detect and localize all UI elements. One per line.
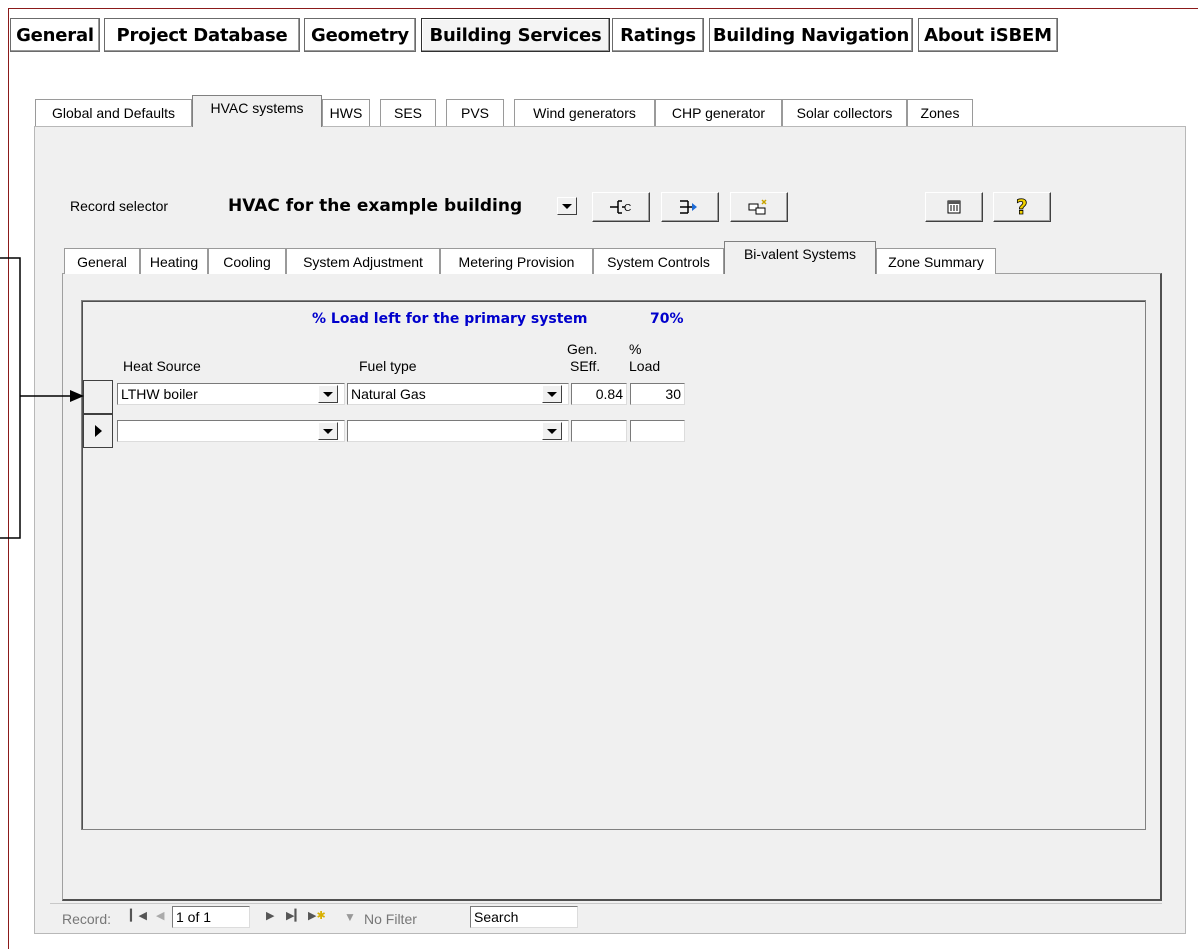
new-heat-source-dropdown[interactable] <box>318 422 338 440</box>
heat-source-field[interactable]: LTHW boiler <box>117 383 345 405</box>
new-fuel-type-dropdown[interactable] <box>542 422 562 440</box>
tab-pvs[interactable]: PVS <box>446 99 504 126</box>
record-selector-value[interactable]: HVAC for the example building <box>228 196 522 216</box>
delete-record-icon <box>748 199 767 215</box>
fuel-type-dropdown[interactable] <box>542 385 562 403</box>
chevron-down-icon <box>323 428 333 434</box>
copy-record-icon <box>680 200 697 214</box>
svg-text:?: ? <box>1016 196 1028 218</box>
previous-record-icon[interactable]: ◀ <box>156 909 164 922</box>
column-load-line1: % <box>629 341 642 357</box>
column-heat-source: Heat Source <box>123 358 201 374</box>
calculator-icon <box>947 200 961 214</box>
toptab-building-navigation[interactable]: Building Navigation <box>709 18 913 52</box>
toptab-ratings[interactable]: Ratings <box>612 18 704 52</box>
tab-solar-collectors[interactable]: Solar collectors <box>782 99 907 126</box>
svg-text:C: C <box>624 203 631 214</box>
toptab-about-isbem[interactable]: About iSBEM <box>918 18 1058 52</box>
chevron-down-icon <box>562 203 572 209</box>
toptab-building-services[interactable]: Building Services <box>421 18 610 52</box>
new-load-field[interactable] <box>630 420 685 442</box>
record-pointer-icon <box>94 425 102 437</box>
bivalent-subform <box>81 300 1146 830</box>
column-gen-seff-line1: Gen. <box>567 341 598 357</box>
first-record-icon[interactable]: ▎◀ <box>130 909 147 922</box>
tab-zone-summary[interactable]: Zone Summary <box>876 248 996 274</box>
next-record-icon[interactable]: ▶ <box>266 909 274 922</box>
help-icon: ? <box>1016 196 1028 218</box>
filter-icon[interactable]: ▼ <box>344 910 356 924</box>
primary-load-value: 70% <box>650 311 684 327</box>
tab-zones[interactable]: Zones <box>907 99 973 126</box>
tab-hws[interactable]: HWS <box>322 99 370 126</box>
help-button[interactable]: ? <box>993 192 1051 222</box>
fuel-type-field[interactable]: Natural Gas <box>347 383 569 405</box>
load-field[interactable]: 30 <box>630 383 685 405</box>
chevron-down-icon <box>547 428 557 434</box>
tab-ses[interactable]: SES <box>380 99 436 126</box>
delete-record-button[interactable] <box>730 192 788 222</box>
new-gen-seff-field[interactable] <box>571 420 627 442</box>
tab-hvac-systems[interactable]: HVAC systems <box>192 95 322 127</box>
calculator-button[interactable] <box>925 192 983 222</box>
chevron-down-icon <box>323 391 333 397</box>
record-label: Record: <box>62 911 112 927</box>
tab-system-adjustment[interactable]: System Adjustment <box>286 248 440 274</box>
tab-system-controls[interactable]: System Controls <box>593 248 724 274</box>
column-fuel-type: Fuel type <box>359 358 417 374</box>
callout-annotation <box>0 257 84 539</box>
tab-metering-provision[interactable]: Metering Provision <box>440 248 593 274</box>
filter-status[interactable]: No Filter <box>364 911 417 927</box>
copy-record-button[interactable] <box>661 192 719 222</box>
record-selector-label: Record selector <box>70 198 169 214</box>
last-record-icon[interactable]: ▶▎ <box>286 909 303 922</box>
add-record-icon: C <box>610 200 631 214</box>
tab-heating[interactable]: Heating <box>140 248 208 274</box>
toptab-geometry[interactable]: Geometry <box>304 18 416 52</box>
chevron-down-icon <box>547 391 557 397</box>
tab-cooling[interactable]: Cooling <box>208 248 286 274</box>
tab-wind-generators[interactable]: Wind generators <box>514 99 655 126</box>
toptab-general[interactable]: General <box>10 18 100 52</box>
tab-chp-generator[interactable]: CHP generator <box>655 99 782 126</box>
column-load-line2: Load <box>629 358 661 374</box>
record-selector-dropdown[interactable] <box>557 197 577 215</box>
heat-source-dropdown[interactable] <box>318 385 338 403</box>
toptab-project-database[interactable]: Project Database <box>104 18 300 52</box>
new-fuel-type-field[interactable] <box>347 420 569 442</box>
new-heat-source-field[interactable] <box>117 420 345 442</box>
search-field[interactable]: Search <box>470 906 578 928</box>
add-record-button[interactable]: C <box>592 192 650 222</box>
tab-bivalent-systems[interactable]: Bi-valent Systems <box>724 241 876 274</box>
primary-load-label: % Load left for the primary system <box>312 311 588 327</box>
column-gen-seff-line2: SEff. <box>570 358 601 374</box>
record-position-field[interactable]: 1 of 1 <box>172 906 250 928</box>
gen-seff-field[interactable]: 0.84 <box>571 383 627 405</box>
tab-global-defaults[interactable]: Global and Defaults <box>35 99 192 126</box>
new-record-icon[interactable]: ▶✱ <box>308 909 326 922</box>
